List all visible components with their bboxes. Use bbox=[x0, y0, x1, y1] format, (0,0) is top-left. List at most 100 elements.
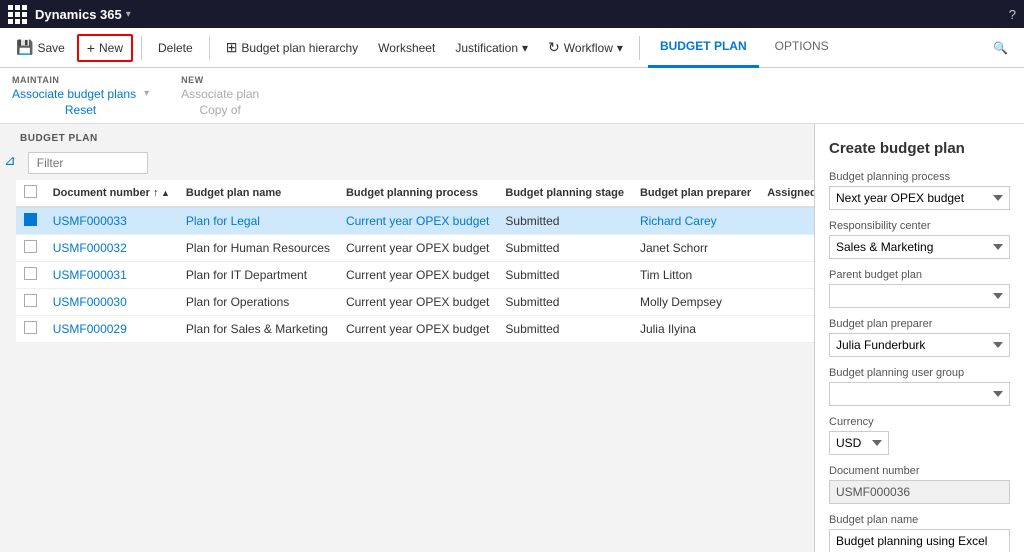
col-planning-process[interactable]: Budget planning process bbox=[338, 180, 497, 207]
tab-budget-plan[interactable]: BUDGET PLAN bbox=[648, 28, 759, 68]
budget-planning-process-field: Budget planning process Next year OPEX b… bbox=[829, 171, 1010, 210]
row-assigned-to bbox=[759, 289, 814, 316]
associate-budget-plans-button[interactable]: Associate budget plans bbox=[12, 87, 136, 101]
main-area: BUDGET PLAN ⊿ Document number ↑ bbox=[0, 124, 1024, 552]
workflow-button[interactable]: ↻ Workflow ▾ bbox=[540, 35, 631, 60]
create-panel-title: Create budget plan bbox=[829, 140, 1010, 157]
document-number-label: Document number bbox=[829, 465, 1010, 477]
document-number-field: Document number bbox=[829, 465, 1010, 504]
workflow-icon: ↻ bbox=[548, 39, 560, 56]
row-checkbox[interactable] bbox=[24, 267, 37, 280]
budget-plan-hierarchy-button[interactable]: ⊞ Budget plan hierarchy bbox=[218, 35, 366, 60]
toolbar: 💾 Save + New Delete ⊞ Budget plan hierar… bbox=[0, 28, 1024, 68]
row-doc-number: USMF000033 bbox=[45, 207, 178, 235]
doc-number-link[interactable]: USMF000033 bbox=[53, 214, 127, 228]
select-all-col bbox=[16, 180, 45, 207]
new-button[interactable]: + New bbox=[77, 34, 133, 62]
table-row[interactable]: USMF000033 Plan for Legal Current year O… bbox=[16, 207, 814, 235]
filter-bar bbox=[16, 146, 814, 180]
budget-planning-process-label: Budget planning process bbox=[829, 171, 1010, 183]
row-checkbox-cell bbox=[16, 289, 45, 316]
parent-budget-plan-select[interactable] bbox=[829, 284, 1010, 308]
budget-planning-process-select[interactable]: Next year OPEX budget bbox=[829, 186, 1010, 210]
create-budget-plan-panel: Create budget plan Budget planning proce… bbox=[814, 124, 1024, 552]
associate-plan-button[interactable]: Associate plan bbox=[181, 87, 259, 101]
row-planning-stage: Submitted bbox=[497, 289, 632, 316]
justification-button[interactable]: Justification ▾ bbox=[447, 37, 536, 59]
budget-plan-section-label: BUDGET PLAN bbox=[8, 129, 110, 146]
left-panel: BUDGET PLAN ⊿ Document number ↑ bbox=[0, 124, 814, 552]
col-assigned-to[interactable]: Assigned to bbox=[759, 180, 814, 207]
row-preparer: Molly Dempsey bbox=[632, 289, 759, 316]
row-assigned-to bbox=[759, 207, 814, 235]
row-checkbox[interactable] bbox=[24, 321, 37, 334]
new-icon: + bbox=[87, 40, 95, 56]
col-planning-stage[interactable]: Budget planning stage bbox=[497, 180, 632, 207]
row-assigned-to bbox=[759, 235, 814, 262]
delete-button[interactable]: Delete bbox=[150, 37, 201, 59]
budget-planning-user-group-select[interactable] bbox=[829, 382, 1010, 406]
filter-funnel-icon[interactable]: ⊿ bbox=[4, 152, 16, 169]
row-planning-process: Current year OPEX budget bbox=[338, 316, 497, 343]
table-row[interactable]: USMF000032 Plan for Human Resources Curr… bbox=[16, 235, 814, 262]
doc-number-link[interactable]: USMF000032 bbox=[53, 241, 127, 255]
responsibility-center-select[interactable]: Sales & Marketing bbox=[829, 235, 1010, 259]
search-icon: 🔍 bbox=[993, 41, 1008, 55]
budget-plan-preparer-select[interactable]: Julia Funderburk bbox=[829, 333, 1010, 357]
row-doc-number: USMF000029 bbox=[45, 316, 178, 343]
row-doc-number: USMF000030 bbox=[45, 289, 178, 316]
filter-input[interactable] bbox=[28, 152, 148, 174]
table-row[interactable]: USMF000029 Plan for Sales & Marketing Cu… bbox=[16, 316, 814, 343]
col-preparer[interactable]: Budget plan preparer bbox=[632, 180, 759, 207]
row-doc-number: USMF000031 bbox=[45, 262, 178, 289]
row-planning-stage: Submitted bbox=[497, 207, 632, 235]
row-checkbox[interactable] bbox=[24, 240, 37, 253]
row-checkbox-cell bbox=[16, 316, 45, 343]
select-all-checkbox[interactable] bbox=[24, 185, 37, 198]
separator-2 bbox=[209, 36, 210, 60]
top-bar: Dynamics 365 ▾ ? bbox=[0, 0, 1024, 28]
row-plan-name: Plan for Legal bbox=[178, 207, 338, 235]
reset-button[interactable]: Reset bbox=[12, 103, 149, 117]
row-preparer: Richard Carey bbox=[632, 207, 759, 235]
help-icon[interactable]: ? bbox=[1009, 7, 1016, 22]
table-row[interactable]: USMF000031 Plan for IT Department Curren… bbox=[16, 262, 814, 289]
col-plan-name[interactable]: Budget plan name bbox=[178, 180, 338, 207]
row-preparer: Janet Schorr bbox=[632, 235, 759, 262]
parent-budget-plan-field: Parent budget plan bbox=[829, 269, 1010, 308]
row-planning-process: Current year OPEX budget bbox=[338, 235, 497, 262]
save-button[interactable]: 💾 Save bbox=[8, 35, 73, 60]
table-row[interactable]: USMF000030 Plan for Operations Current y… bbox=[16, 289, 814, 316]
parent-budget-plan-label: Parent budget plan bbox=[829, 269, 1010, 281]
doc-number-link[interactable]: USMF000029 bbox=[53, 322, 127, 336]
row-plan-name: Plan for Human Resources bbox=[178, 235, 338, 262]
row-preparer: Tim Litton bbox=[632, 262, 759, 289]
row-planning-process: Current year OPEX budget bbox=[338, 289, 497, 316]
doc-number-link[interactable]: USMF000030 bbox=[53, 295, 127, 309]
subbar: MAINTAIN Associate budget plans ▾ Reset … bbox=[0, 68, 1024, 124]
row-planning-process: Current year OPEX budget bbox=[338, 207, 497, 235]
budget-plan-name-input[interactable] bbox=[829, 529, 1010, 552]
app-title-chevron[interactable]: ▾ bbox=[126, 9, 131, 20]
waffle-menu[interactable] bbox=[8, 5, 27, 24]
row-planning-stage: Submitted bbox=[497, 316, 632, 343]
currency-field: Currency USD bbox=[829, 416, 1010, 455]
row-checkbox[interactable] bbox=[24, 213, 37, 226]
hierarchy-icon: ⊞ bbox=[226, 39, 238, 56]
tab-options[interactable]: OPTIONS bbox=[763, 28, 841, 68]
row-plan-name: Plan for Sales & Marketing bbox=[178, 316, 338, 343]
app-title: Dynamics 365 bbox=[35, 7, 122, 22]
responsibility-center-label: Responsibility center bbox=[829, 220, 1010, 232]
search-button[interactable]: 🔍 bbox=[985, 37, 1016, 59]
doc-number-link[interactable]: USMF000031 bbox=[53, 268, 127, 282]
row-preparer: Julia Ilyina bbox=[632, 316, 759, 343]
col-doc-number[interactable]: Document number ↑ bbox=[45, 180, 178, 207]
budget-table: Document number ↑ Budget plan name Budge… bbox=[16, 180, 814, 343]
row-checkbox[interactable] bbox=[24, 294, 37, 307]
currency-select[interactable]: USD bbox=[829, 431, 889, 455]
worksheet-button[interactable]: Worksheet bbox=[370, 37, 443, 59]
workflow-chevron: ▾ bbox=[617, 41, 623, 55]
document-number-input[interactable] bbox=[829, 480, 1010, 504]
budget-plan-name-label: Budget plan name bbox=[829, 514, 1010, 526]
copy-of-button[interactable]: Copy of bbox=[181, 103, 259, 117]
